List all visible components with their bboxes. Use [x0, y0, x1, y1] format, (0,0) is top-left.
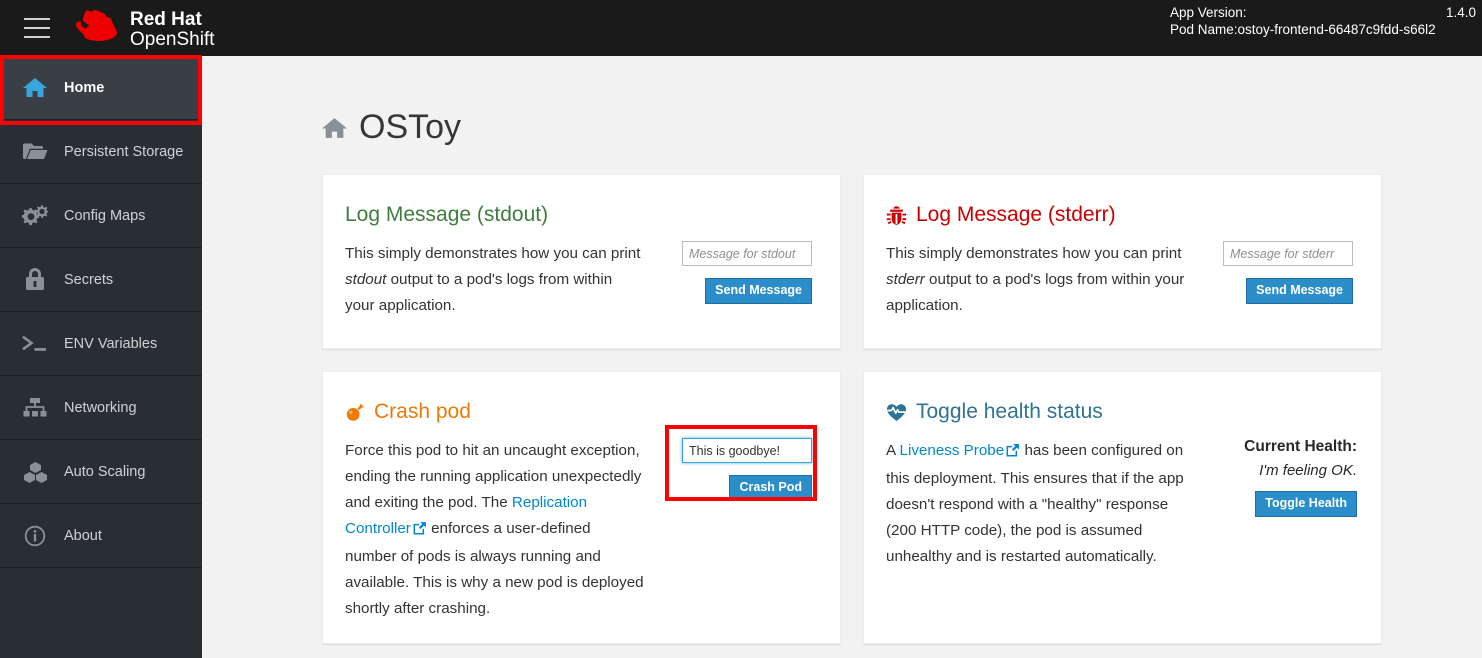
card-controls: Send Message — [645, 241, 818, 319]
toggle-health-button[interactable]: Toggle Health — [1255, 491, 1357, 517]
heartbeat-icon — [886, 403, 907, 422]
current-health-value: I'm feeling OK. — [1259, 462, 1357, 479]
sidebar-item-label: Secrets — [64, 272, 113, 288]
card-title: Log Message (stdout) — [345, 203, 818, 227]
desc-part-1: This simply demonstrates how you can pri… — [886, 245, 1181, 262]
sidebar-item-label: Persistent Storage — [64, 144, 183, 160]
card-description: A Liveness Probe has been configured on … — [886, 438, 1186, 570]
health-status-panel: Current Health: I'm feeling OK. Toggle H… — [1186, 438, 1359, 570]
hamburger-bar — [24, 18, 50, 20]
send-message-stdout-button[interactable]: Send Message — [705, 278, 812, 304]
liveness-probe-link[interactable]: Liveness Probe — [900, 442, 1005, 459]
sidebar-item-label: Networking — [64, 400, 137, 416]
sidebar-item-secrets[interactable]: Secrets — [0, 248, 202, 312]
pod-name-row: Pod Name:ostoy-frontend-66487c9fdd-s66l2 — [1170, 21, 1476, 38]
desc-emphasis: stdout — [345, 271, 386, 288]
card-title: Toggle health status — [886, 400, 1359, 424]
svg-text:Red Hat: Red Hat — [130, 9, 202, 30]
home-icon — [22, 77, 48, 99]
desc-part-1: Force this pod to hit an uncaught except… — [345, 442, 641, 511]
main-content: OSToy Log Message (stdout) This simply d… — [202, 56, 1482, 658]
card-title: Crash pod — [345, 400, 818, 424]
link-label: Liveness Probe — [900, 442, 1005, 459]
folder-icon — [22, 141, 48, 163]
masthead-info: App Version: 1.4.0 Pod Name:ostoy-fronte… — [1170, 4, 1476, 38]
desc-part-2: has been configured on this deployment. … — [886, 442, 1184, 565]
external-link-icon — [1006, 440, 1020, 466]
sidebar-item-home[interactable]: Home — [0, 56, 202, 120]
current-health-label: Current Health: — [1244, 438, 1357, 456]
crash-message-input[interactable] — [682, 438, 812, 463]
sidebar-item-label: Auto Scaling — [64, 464, 145, 480]
desc-part-1: This simply demonstrates how you can pri… — [345, 245, 640, 262]
pod-name-value: Pod Name:ostoy-frontend-66487c9fdd-s66l2 — [1170, 22, 1436, 37]
card-toggle-health: Toggle health status A Liveness Probe ha… — [863, 371, 1382, 644]
masthead: Red Hat OpenShift App Version: 1.4.0 Pod… — [0, 0, 1482, 56]
card-controls: Crash Pod — [645, 438, 818, 622]
sidebar-nav: Home Persistent Storage Config Maps — [0, 56, 202, 658]
card-log-stderr: Log Message (stderr) This simply demonst… — [863, 174, 1382, 349]
svg-text:OpenShift: OpenShift — [130, 29, 215, 49]
desc-part-2: output to a pod's logs from within your … — [345, 271, 612, 314]
card-title: Log Message (stderr) — [886, 203, 1359, 227]
sidebar-item-about[interactable]: About — [0, 504, 202, 568]
bug-icon — [886, 205, 907, 226]
cards-grid: Log Message (stdout) This simply demonst… — [322, 174, 1382, 644]
crash-controls-group: Crash Pod — [682, 438, 812, 501]
cubes-icon — [22, 461, 48, 483]
sidebar-item-label: ENV Variables — [64, 336, 157, 352]
card-crash-pod: Crash pod Force this pod to hit an uncau… — [322, 371, 841, 644]
terminal-icon — [22, 333, 48, 355]
desc-emphasis: stderr — [886, 271, 925, 288]
card-title-text: Toggle health status — [916, 400, 1103, 424]
hamburger-bar — [24, 36, 50, 38]
card-title-text: Log Message (stdout) — [345, 203, 548, 227]
sidebar-item-label: Config Maps — [64, 208, 145, 224]
app-version-label: App Version: — [1170, 4, 1247, 21]
sidebar-item-persistent-storage[interactable]: Persistent Storage — [0, 120, 202, 184]
card-body: This simply demonstrates how you can pri… — [345, 241, 818, 319]
external-link-icon — [413, 518, 427, 544]
sidebar-item-label: Home — [64, 80, 104, 96]
app-version-value: 1.4.0 — [1446, 4, 1476, 21]
crash-pod-button[interactable]: Crash Pod — [729, 475, 812, 501]
stderr-message-input[interactable] — [1223, 241, 1353, 266]
sidebar-item-auto-scaling[interactable]: Auto Scaling — [0, 440, 202, 504]
page-title-text: OSToy — [359, 108, 461, 147]
brand-logo-link[interactable]: Red Hat OpenShift — [76, 7, 228, 49]
page-title: OSToy — [322, 108, 1482, 147]
send-message-stderr-button[interactable]: Send Message — [1246, 278, 1353, 304]
desc-part-1: A — [886, 442, 900, 459]
hamburger-bar — [24, 27, 50, 29]
home-icon — [322, 117, 347, 139]
stdout-message-input[interactable] — [682, 241, 812, 266]
card-title-text: Log Message (stderr) — [916, 203, 1116, 227]
sidebar-item-networking[interactable]: Networking — [0, 376, 202, 440]
card-body: A Liveness Probe has been configured on … — [886, 438, 1359, 570]
desc-part-2: output to a pod's logs from within your … — [886, 271, 1184, 314]
hamburger-icon[interactable] — [24, 18, 50, 38]
card-description: This simply demonstrates how you can pri… — [886, 241, 1186, 319]
card-body: Force this pod to hit an uncaught except… — [345, 438, 818, 622]
card-log-stdout: Log Message (stdout) This simply demonst… — [322, 174, 841, 349]
app-version-row: App Version: 1.4.0 — [1170, 4, 1476, 21]
bomb-icon — [345, 402, 365, 422]
sidebar-item-label: About — [64, 528, 102, 544]
card-controls: Send Message — [1186, 241, 1359, 319]
sidebar-item-env-variables[interactable]: ENV Variables — [0, 312, 202, 376]
card-description: This simply demonstrates how you can pri… — [345, 241, 645, 319]
card-title-text: Crash pod — [374, 400, 471, 424]
gears-icon — [22, 205, 48, 227]
card-body: This simply demonstrates how you can pri… — [886, 241, 1359, 319]
card-description: Force this pod to hit an uncaught except… — [345, 438, 645, 622]
sidebar-filler — [0, 568, 202, 658]
info-circle-icon — [22, 525, 48, 547]
lock-icon — [22, 269, 48, 291]
sidebar-item-config-maps[interactable]: Config Maps — [0, 184, 202, 248]
sitemap-icon — [22, 397, 48, 419]
red-hat-logo-icon: Red Hat OpenShift — [76, 7, 228, 49]
